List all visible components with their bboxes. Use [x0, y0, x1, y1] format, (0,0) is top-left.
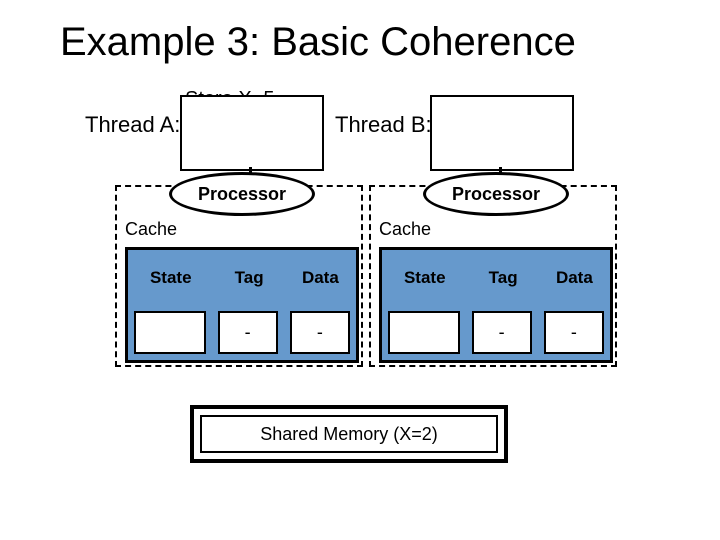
- shared-memory-box: Shared Memory (X=2): [190, 405, 508, 463]
- page-title: Example 3: Basic Coherence: [60, 20, 576, 65]
- col-data-header: Data: [539, 250, 610, 305]
- table-header-row: State Tag Data: [128, 250, 356, 305]
- cell-tag: -: [218, 311, 278, 354]
- table-row: - -: [382, 305, 610, 360]
- cell-data: -: [290, 311, 350, 354]
- core-b-box: Processor Cache State Tag Data - -: [369, 185, 617, 367]
- cell-tag: -: [472, 311, 532, 354]
- processor-b-oval: Processor: [423, 172, 569, 216]
- col-tag-header: Tag: [468, 250, 539, 305]
- thread-a-label: Thread A:: [85, 112, 180, 138]
- col-state-header: State: [382, 250, 468, 305]
- cell-state: [388, 311, 460, 354]
- col-data-header: Data: [285, 250, 356, 305]
- thread-b-box: [430, 95, 574, 171]
- processor-a-oval: Processor: [169, 172, 315, 216]
- col-state-header: State: [128, 250, 214, 305]
- table-header-row: State Tag Data: [382, 250, 610, 305]
- table-row: - -: [128, 305, 356, 360]
- cache-b-table: State Tag Data - -: [379, 247, 613, 363]
- cell-data: -: [544, 311, 604, 354]
- thread-b-label: Thread B:: [335, 112, 432, 138]
- col-tag-header: Tag: [214, 250, 285, 305]
- cache-a-table: State Tag Data - -: [125, 247, 359, 363]
- cache-a-label: Cache: [125, 219, 177, 240]
- cache-b-label: Cache: [379, 219, 431, 240]
- cell-state: [134, 311, 206, 354]
- core-a-box: Processor Cache State Tag Data - -: [115, 185, 363, 367]
- thread-a-box: [180, 95, 324, 171]
